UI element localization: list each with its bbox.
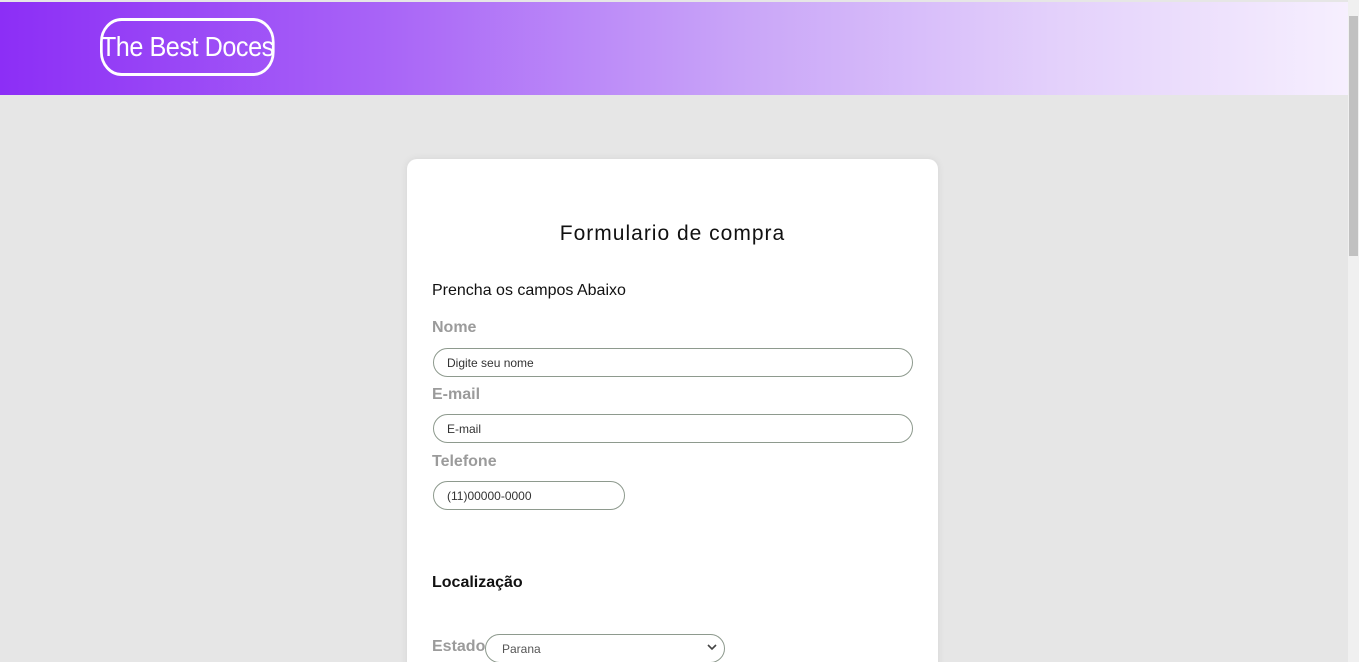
form-title: Formulario de compra	[559, 222, 786, 245]
page: The Best Doces Formulario de compra Pren…	[0, 0, 1359, 662]
estado-selected-value: Parana	[502, 641, 541, 656]
email-input[interactable]	[433, 414, 913, 443]
scrollbar-thumb[interactable]	[1349, 16, 1358, 256]
site-logo[interactable]: The Best Doces	[100, 18, 275, 76]
vertical-scrollbar[interactable]	[1348, 0, 1359, 662]
site-header: The Best Doces	[0, 2, 1348, 95]
nome-input[interactable]	[433, 348, 913, 377]
estado-label: Estado	[432, 638, 486, 655]
email-label: E-mail	[432, 386, 481, 403]
telefone-label: Telefone	[432, 453, 497, 470]
estado-select[interactable]: Parana	[485, 634, 725, 662]
form-subtitle: Prencha os campos Abaixo	[432, 282, 626, 299]
telefone-input[interactable]	[433, 481, 625, 510]
localizacao-heading: Localização	[432, 574, 523, 591]
purchase-form-card: Formulario de compra Prencha os campos A…	[407, 159, 938, 662]
logo-text: The Best Doces	[100, 31, 274, 62]
nome-label: Nome	[432, 319, 477, 336]
chevron-down-icon	[707, 644, 717, 651]
